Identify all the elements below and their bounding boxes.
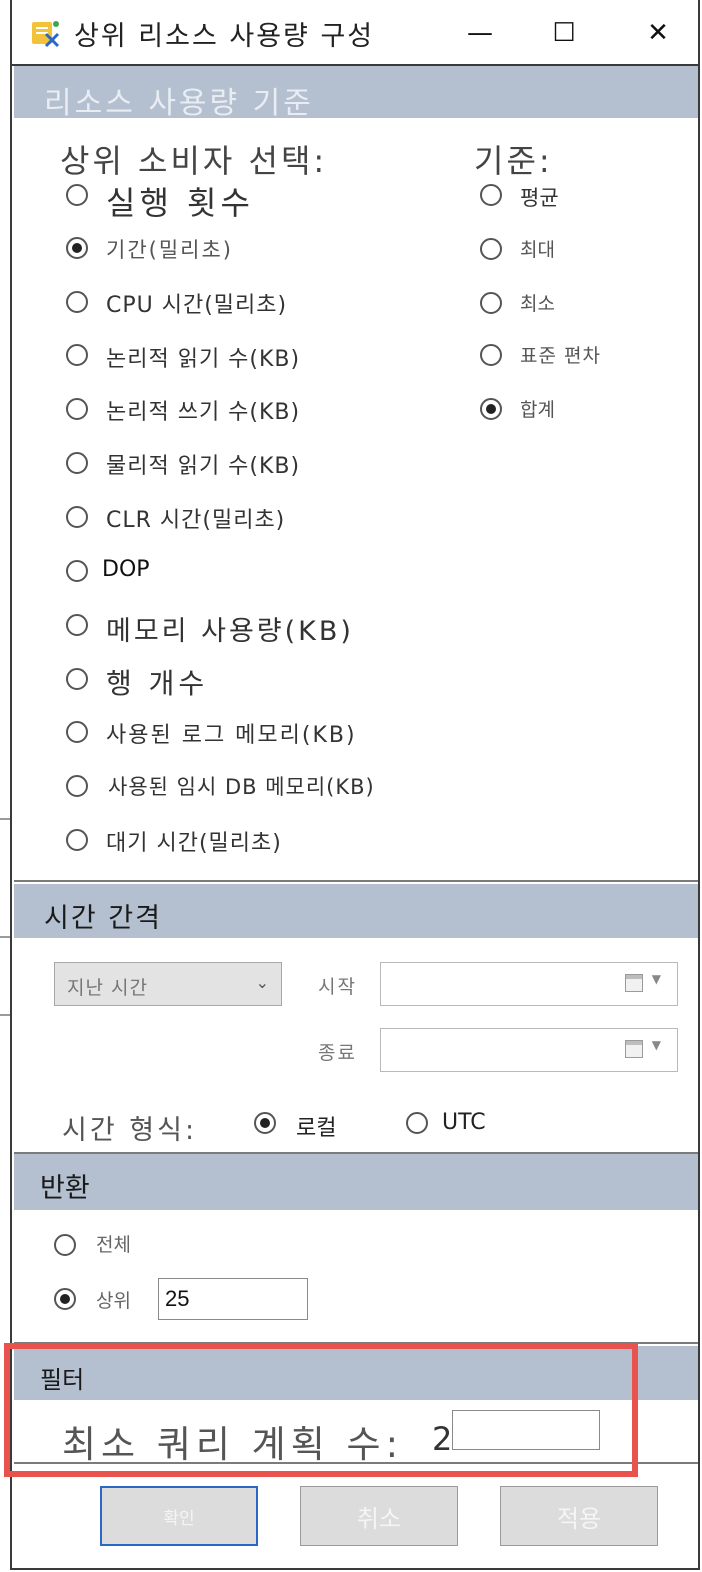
return-section-title: 반환 bbox=[40, 1173, 90, 1204]
consumer-radio-row-count[interactable] bbox=[66, 668, 88, 690]
chevron-down-icon[interactable]: ▼ bbox=[652, 972, 661, 986]
basis-label-total: 합계 bbox=[520, 399, 555, 421]
basis-radio-total[interactable] bbox=[480, 398, 502, 420]
basis-radio-max[interactable] bbox=[480, 238, 502, 260]
cancel-button[interactable]: 취소 bbox=[300, 1486, 458, 1546]
basis-label: 기준: bbox=[474, 142, 553, 180]
section-divider bbox=[14, 1462, 698, 1464]
consumer-radio-memory[interactable] bbox=[66, 614, 88, 636]
basis-radio-min[interactable] bbox=[480, 292, 502, 314]
end-label: 종료 bbox=[318, 1042, 357, 1064]
minimize-button[interactable]: — bbox=[456, 12, 504, 54]
calendar-icon[interactable] bbox=[625, 1040, 643, 1058]
ok-button-label: 확인 bbox=[163, 1508, 195, 1529]
chevron-down-icon: ⌄ bbox=[255, 973, 269, 992]
app-icon bbox=[32, 21, 60, 48]
consumer-radio-logical-reads[interactable] bbox=[66, 344, 88, 366]
minimize-icon: — bbox=[467, 18, 493, 48]
filter-section-header: 필터 bbox=[14, 1346, 698, 1400]
time-range-selected: 지난 시간 bbox=[67, 977, 148, 999]
time-section-title: 시간 간격 bbox=[44, 903, 162, 934]
close-icon: ✕ bbox=[647, 18, 669, 48]
section-divider bbox=[14, 1342, 698, 1344]
consumer-radio-cpu-time[interactable] bbox=[66, 291, 88, 313]
consumer-radio-execution-count[interactable] bbox=[66, 184, 88, 206]
consumer-label-physical-reads: 물리적 읽기 수(KB) bbox=[106, 454, 301, 479]
end-date-input[interactable]: ▼ bbox=[380, 1028, 678, 1072]
filter-section-title: 필터 bbox=[40, 1366, 85, 1394]
apply-button[interactable]: 적용 bbox=[500, 1486, 658, 1546]
consumer-label-execution-count: 실행 횟수 bbox=[106, 184, 254, 222]
return-radio-all[interactable] bbox=[54, 1234, 76, 1256]
cancel-button-label: 취소 bbox=[356, 1504, 402, 1533]
return-radio-top[interactable] bbox=[54, 1288, 76, 1310]
maximize-button[interactable]: ☐ bbox=[540, 12, 588, 54]
time-format-label: 시간 형식: bbox=[62, 1115, 198, 1146]
time-section-header: 시간 간격 bbox=[14, 884, 698, 938]
close-button[interactable]: ✕ bbox=[634, 12, 682, 54]
consumer-radio-duration[interactable] bbox=[66, 237, 88, 259]
basis-label-std-dev: 표준 편차 bbox=[520, 345, 601, 367]
consumer-label-memory: 메모리 사용량(KB) bbox=[106, 616, 354, 647]
basis-radio-std-dev[interactable] bbox=[480, 344, 502, 366]
time-range-select[interactable]: 지난 시간 ⌄ bbox=[54, 962, 282, 1006]
consumer-radio-physical-reads[interactable] bbox=[66, 452, 88, 474]
min-plan-value: 2 bbox=[432, 1420, 453, 1458]
consumer-radio-clr-time[interactable] bbox=[66, 506, 88, 528]
basis-label-average: 평균 bbox=[520, 186, 559, 210]
start-label: 시작 bbox=[318, 976, 357, 998]
consumer-radio-wait-time[interactable] bbox=[66, 829, 88, 851]
consumer-label-row-count: 행 개수 bbox=[106, 667, 209, 700]
time-format-label-utc: UTC bbox=[442, 1110, 486, 1135]
window-title: 상위 리소스 사용량 구성 bbox=[74, 21, 375, 52]
consumer-label-log-memory: 사용된 로그 메모리(KB) bbox=[106, 723, 357, 748]
consumer-label-clr-time: CLR 시간(밀리초) bbox=[106, 508, 286, 533]
time-format-radio-local[interactable] bbox=[254, 1112, 276, 1134]
consumer-label-wait-time: 대기 시간(밀리초) bbox=[106, 831, 282, 856]
basis-label-min: 최소 bbox=[520, 293, 555, 315]
consumer-radio-dop[interactable] bbox=[66, 560, 88, 582]
return-section-header: 반환 bbox=[14, 1154, 698, 1210]
apply-button-label: 적용 bbox=[556, 1504, 602, 1533]
consumer-label-logical-writes: 논리적 쓰기 수(KB) bbox=[106, 400, 301, 425]
basis-radio-average[interactable] bbox=[480, 184, 502, 206]
resource-section-title: 리소스 사용량 기준 bbox=[44, 86, 314, 121]
ok-button[interactable]: 확인 bbox=[100, 1486, 258, 1546]
consumer-label-tempdb-memory: 사용된 임시 DB 메모리(KB) bbox=[108, 775, 375, 799]
min-plan-input[interactable] bbox=[452, 1410, 600, 1450]
consumer-label-logical-reads: 논리적 읽기 수(KB) bbox=[106, 347, 301, 372]
start-date-input[interactable]: ▼ bbox=[380, 962, 678, 1006]
dialog-window: 상위 리소스 사용량 구성 — ☐ ✕ 리소스 사용량 기준 상위 소비자 선택… bbox=[10, 0, 700, 1570]
consumer-label-duration: 기간(밀리초) bbox=[106, 238, 233, 262]
return-label-top: 상위 bbox=[96, 1290, 131, 1312]
time-format-label-local: 로컬 bbox=[296, 1116, 337, 1141]
chevron-down-icon[interactable]: ▼ bbox=[652, 1038, 661, 1052]
consumer-radio-tempdb-memory[interactable] bbox=[66, 775, 88, 797]
section-divider bbox=[14, 880, 698, 882]
maximize-icon: ☐ bbox=[552, 18, 576, 48]
time-format-radio-utc[interactable] bbox=[406, 1112, 428, 1134]
consumer-label-dop: DOP bbox=[102, 557, 150, 582]
consumer-label-cpu-time: CPU 시간(밀리초) bbox=[106, 293, 288, 318]
return-label-all: 전체 bbox=[96, 1234, 131, 1256]
top-count-input[interactable] bbox=[158, 1278, 308, 1320]
basis-label-max: 최대 bbox=[520, 239, 555, 261]
calendar-icon[interactable] bbox=[625, 974, 643, 992]
consumer-radio-logical-writes[interactable] bbox=[66, 398, 88, 420]
consumer-label: 상위 소비자 선택: bbox=[60, 142, 328, 180]
min-plan-label: 최소 쿼리 계획 수: bbox=[62, 1423, 404, 1466]
consumer-radio-log-memory[interactable] bbox=[66, 721, 88, 743]
title-bar[interactable]: 상위 리소스 사용량 구성 — ☐ ✕ bbox=[12, 0, 698, 66]
resource-section-header: 리소스 사용량 기준 bbox=[14, 66, 698, 121]
